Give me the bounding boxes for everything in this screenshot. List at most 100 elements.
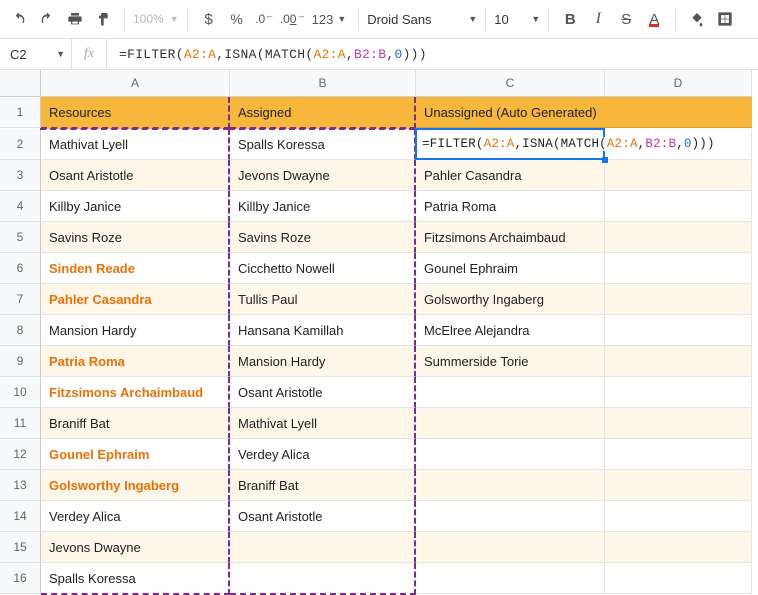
font-size-dropdown[interactable]: 10▼ bbox=[494, 12, 540, 27]
header-cell[interactable]: Assigned bbox=[230, 97, 416, 129]
cell[interactable] bbox=[416, 532, 605, 563]
cell[interactable]: Mathivat Lyell bbox=[41, 129, 230, 160]
cell[interactable] bbox=[605, 160, 752, 191]
row-header[interactable]: 13 bbox=[0, 470, 41, 501]
redo-button[interactable] bbox=[34, 6, 60, 32]
cell[interactable] bbox=[605, 501, 752, 532]
cell[interactable]: Fitzsimons Archaimbaud bbox=[41, 377, 230, 408]
header-cell[interactable]: Resources bbox=[41, 97, 230, 129]
column-header[interactable]: A bbox=[41, 70, 230, 97]
decrease-decimal-button[interactable]: .0← bbox=[252, 6, 278, 32]
cell[interactable]: Fitzsimons Archaimbaud bbox=[416, 222, 605, 253]
percent-button[interactable]: % bbox=[224, 6, 250, 32]
cell[interactable]: Verdey Alica bbox=[41, 501, 230, 532]
paint-format-button[interactable] bbox=[90, 6, 116, 32]
cell[interactable]: McElree Alejandra bbox=[416, 315, 605, 346]
column-header[interactable]: C bbox=[416, 70, 605, 97]
cell[interactable] bbox=[416, 408, 605, 439]
cell[interactable] bbox=[605, 253, 752, 284]
row-header[interactable]: 7 bbox=[0, 284, 41, 315]
header-cell[interactable] bbox=[605, 97, 752, 128]
cell[interactable] bbox=[605, 315, 752, 346]
cell[interactable]: Spalls Koressa bbox=[230, 129, 416, 160]
cell[interactable]: Savins Roze bbox=[41, 222, 230, 253]
cell[interactable]: Gounel Ephraim bbox=[41, 439, 230, 470]
row-header[interactable]: 16 bbox=[0, 563, 41, 594]
cell[interactable]: Osant Aristotle bbox=[230, 377, 416, 408]
cell[interactable]: Mathivat Lyell bbox=[230, 408, 416, 439]
cell[interactable] bbox=[416, 563, 605, 594]
cell[interactable] bbox=[605, 377, 752, 408]
cell[interactable] bbox=[416, 377, 605, 408]
cell[interactable]: Cicchetto Nowell bbox=[230, 253, 416, 284]
cell[interactable]: Sinden Reade bbox=[41, 253, 230, 284]
select-all-corner[interactable] bbox=[0, 70, 41, 97]
row-header[interactable]: 6 bbox=[0, 253, 41, 284]
italic-button[interactable]: I bbox=[585, 6, 611, 32]
row-header[interactable]: 12 bbox=[0, 439, 41, 470]
cell[interactable]: Osant Aristotle bbox=[230, 501, 416, 532]
cell[interactable]: Savins Roze bbox=[230, 222, 416, 253]
row-header[interactable]: 2 bbox=[0, 129, 41, 160]
cell[interactable]: Patria Roma bbox=[41, 346, 230, 377]
cell[interactable]: Summerside Torie bbox=[416, 346, 605, 377]
cell[interactable]: Mansion Hardy bbox=[230, 346, 416, 377]
cell[interactable] bbox=[605, 563, 752, 594]
column-header[interactable]: B bbox=[230, 70, 416, 97]
cell[interactable] bbox=[605, 470, 752, 501]
cell[interactable]: Pahler Casandra bbox=[416, 160, 605, 191]
zoom-dropdown[interactable]: 100%▼ bbox=[133, 12, 179, 26]
borders-button[interactable] bbox=[712, 6, 738, 32]
row-header[interactable]: 15 bbox=[0, 532, 41, 563]
row-header[interactable]: 9 bbox=[0, 346, 41, 377]
undo-button[interactable] bbox=[6, 6, 32, 32]
cell[interactable]: Patria Roma bbox=[416, 191, 605, 222]
cell[interactable]: Spalls Koressa bbox=[41, 563, 230, 595]
cell[interactable]: Hansana Kamillah bbox=[230, 315, 416, 346]
cell[interactable]: Osant Aristotle bbox=[41, 160, 230, 191]
cell[interactable] bbox=[416, 439, 605, 470]
cell[interactable] bbox=[605, 532, 752, 563]
format-dropdown[interactable]: 123▼ bbox=[308, 6, 351, 32]
cell[interactable] bbox=[416, 501, 605, 532]
row-header[interactable]: 10 bbox=[0, 377, 41, 408]
bold-button[interactable]: B bbox=[557, 6, 583, 32]
row-header[interactable]: 14 bbox=[0, 501, 41, 532]
cell[interactable] bbox=[605, 439, 752, 470]
active-cell[interactable]: =FILTER(A2:A,ISNA(MATCH(A2:A,B2:B,0))) bbox=[416, 129, 605, 160]
row-header[interactable]: 11 bbox=[0, 408, 41, 439]
cell[interactable]: Mansion Hardy bbox=[41, 315, 230, 346]
cell[interactable]: Pahler Casandra bbox=[41, 284, 230, 315]
name-box[interactable]: C2▼ bbox=[0, 47, 71, 62]
cell[interactable]: Tullis Paul bbox=[230, 284, 416, 315]
cell[interactable]: Golsworthy Ingaberg bbox=[41, 470, 230, 501]
cell[interactable] bbox=[605, 346, 752, 377]
font-dropdown[interactable]: Droid Sans▼ bbox=[367, 12, 477, 27]
cell[interactable]: Jevons Dwayne bbox=[41, 532, 230, 563]
row-header[interactable]: 1 bbox=[0, 97, 41, 128]
cell[interactable]: Braniff Bat bbox=[230, 470, 416, 501]
row-header[interactable]: 3 bbox=[0, 160, 41, 191]
cell[interactable] bbox=[230, 563, 416, 595]
cell[interactable] bbox=[605, 408, 752, 439]
row-header[interactable]: 8 bbox=[0, 315, 41, 346]
cell[interactable]: Gounel Ephraim bbox=[416, 253, 605, 284]
cell[interactable]: Verdey Alica bbox=[230, 439, 416, 470]
row-header[interactable]: 4 bbox=[0, 191, 41, 222]
cell[interactable]: Killby Janice bbox=[230, 191, 416, 222]
cell[interactable]: Jevons Dwayne bbox=[230, 160, 416, 191]
cell[interactable] bbox=[230, 532, 416, 563]
currency-button[interactable]: $ bbox=[196, 6, 222, 32]
cell[interactable]: Golsworthy Ingaberg bbox=[416, 284, 605, 315]
increase-decimal-button[interactable]: .00→ bbox=[280, 6, 306, 32]
cell[interactable] bbox=[605, 191, 752, 222]
spreadsheet-grid[interactable]: ABCD 1ResourcesAssignedUnassigned (Auto G… bbox=[0, 70, 758, 595]
print-button[interactable] bbox=[62, 6, 88, 32]
cell[interactable]: Killby Janice bbox=[41, 191, 230, 222]
strikethrough-button[interactable]: S bbox=[613, 6, 639, 32]
cell[interactable] bbox=[416, 470, 605, 501]
cell[interactable] bbox=[605, 284, 752, 315]
row-header[interactable]: 5 bbox=[0, 222, 41, 253]
column-header[interactable]: D bbox=[605, 70, 752, 97]
header-cell[interactable]: Unassigned (Auto Generated) bbox=[416, 97, 605, 128]
